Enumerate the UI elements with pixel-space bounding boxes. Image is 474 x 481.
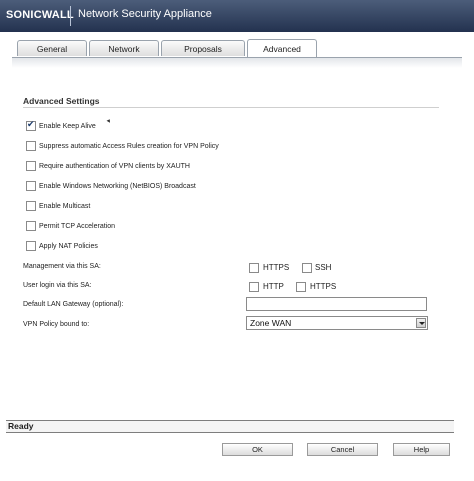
option-label: Suppress automatic Access Rules creation… [39,143,219,150]
cursor-marker-icon [106,118,112,123]
user-login-label: User login via this SA: [23,282,92,289]
status-text: Ready [8,421,34,431]
management-label: Management via this SA: [23,263,101,270]
checkbox-management-ssh[interactable] [302,263,312,273]
app-title: Network Security Appliance [78,8,212,20]
help-button[interactable]: Help [393,443,450,456]
management-https-label: HTTPS [263,263,290,272]
user-login-https-label: HTTPS [310,282,337,291]
default-gateway-input[interactable] [246,297,427,311]
chevron-down-icon[interactable] [416,318,426,328]
vpn-bound-value: Zone WAN [250,318,292,328]
checkbox-permit-tcp-acceleration[interactable] [26,221,36,231]
section-title-advanced-settings: Advanced Settings [23,96,100,106]
app-header: SONICWALL Network Security Appliance [0,0,474,32]
option-label: Permit TCP Acceleration [39,223,115,230]
tab-general[interactable]: General [17,40,87,56]
option-label: Apply NAT Policies [39,243,98,250]
checkbox-apply-nat-policies[interactable] [26,241,36,251]
checkbox-enable-keep-alive[interactable] [26,119,36,131]
tab-proposals[interactable]: Proposals [161,40,245,56]
tab-network[interactable]: Network [89,40,159,56]
checkbox-suppress-access-rules[interactable] [26,141,36,151]
tab-advanced[interactable]: Advanced [247,39,317,57]
checkbox-enable-multicast[interactable] [26,201,36,211]
checkbox-netbios-broadcast[interactable] [26,181,36,191]
cancel-button[interactable]: Cancel [307,443,378,456]
sonicwall-logo: SONICWALL [6,9,74,21]
option-label: Enable Multicast [39,203,91,210]
tab-panel-top [12,58,462,68]
section-divider [23,107,439,108]
checkbox-user-login-http[interactable] [249,282,259,292]
ok-button[interactable]: OK [222,443,293,456]
status-bar: Ready [6,420,454,433]
checkbox-management-https[interactable] [249,263,259,273]
default-gateway-label: Default LAN Gateway (optional): [23,301,124,308]
user-login-http-label: HTTP [263,282,284,291]
checkbox-require-xauth[interactable] [26,161,36,171]
option-label: Enable Windows Networking (NetBIOS) Broa… [39,183,196,190]
checkbox-user-login-https[interactable] [296,282,306,292]
management-ssh-label: SSH [315,263,332,272]
vpn-bound-select[interactable]: Zone WAN [246,316,428,330]
vpn-bound-label: VPN Policy bound to: [23,321,90,328]
tab-bar: General Network Proposals Advanced [17,39,457,57]
option-label: Enable Keep Alive [39,123,96,130]
option-label: Require authentication of VPN clients by… [39,163,190,170]
header-divider [70,6,71,26]
